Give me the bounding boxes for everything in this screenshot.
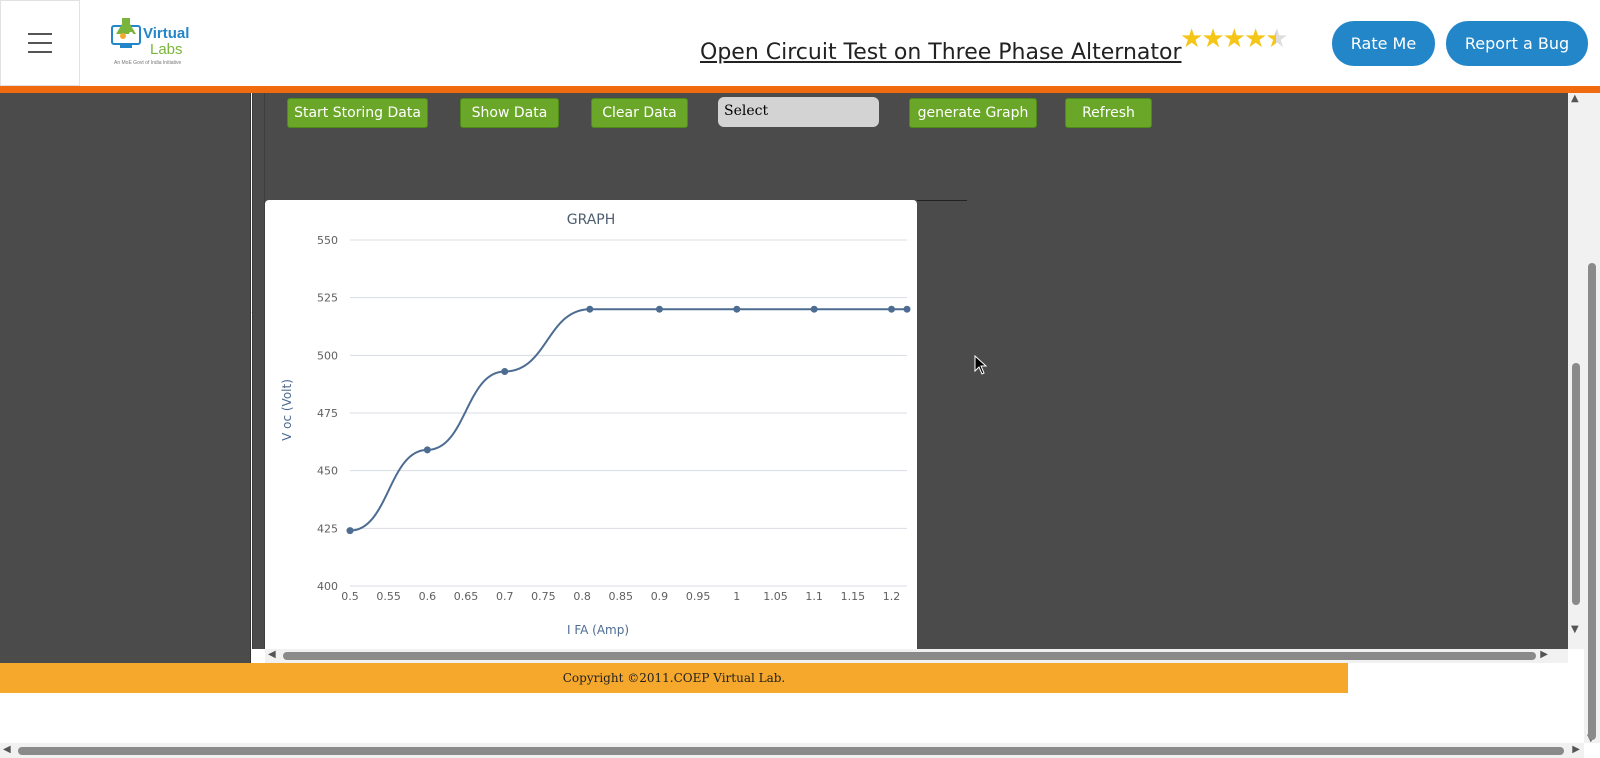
- copyright-text: Copyright ©2011.COEP Virtual Lab.: [562, 671, 786, 685]
- y-tick-label: 425: [317, 522, 338, 535]
- graph-top-border: [917, 200, 967, 201]
- y-tick-label: 400: [317, 580, 338, 593]
- data-point: [903, 305, 911, 313]
- scroll-left-icon[interactable]: ◀: [268, 649, 276, 660]
- virtual-labs-logo[interactable]: Virtual Labs An MoE Govt of India Initia…: [110, 14, 202, 70]
- x-tick-label: 0.85: [609, 590, 634, 603]
- svg-text:An MoE Govt of India Initiativ: An MoE Govt of India Initiative: [114, 60, 181, 66]
- generate-graph-button[interactable]: generate Graph: [909, 98, 1037, 128]
- data-point: [423, 446, 431, 454]
- x-tick-label: 0.95: [686, 590, 711, 603]
- header-bar: Virtual Labs An MoE Govt of India Initia…: [0, 0, 1600, 86]
- clear-data-button[interactable]: Clear Data: [591, 98, 688, 128]
- mouse-cursor-icon: [974, 355, 988, 375]
- show-data-button[interactable]: Show Data: [460, 98, 559, 128]
- x-tick-label: 0.65: [454, 590, 479, 603]
- svg-text:Virtual: Virtual: [143, 25, 189, 42]
- x-tick-label: 1.2: [883, 590, 901, 603]
- data-point: [888, 305, 896, 313]
- workspace-horizontal-scrollbar[interactable]: ◀ ▶: [265, 649, 1568, 663]
- menu-line-icon: [28, 51, 52, 53]
- star-icon: ★: [1180, 24, 1203, 54]
- scroll-left-icon[interactable]: ◀: [3, 744, 11, 755]
- svg-text:Labs: Labs: [150, 41, 183, 58]
- rating-stars: ★★★★★: [1180, 24, 1289, 54]
- page-title: Open Circuit Test on Three Phase Alterna…: [700, 40, 1182, 65]
- x-tick-label: 1.15: [841, 590, 866, 603]
- scroll-thumb[interactable]: [18, 747, 1564, 755]
- page-horizontal-scrollbar[interactable]: ◀ ▶: [0, 743, 1584, 758]
- graph-panel: 400 425 450 475 500 525 550 0.5 0.55 0.6 0.65 0.7 0…: [265, 200, 917, 649]
- y-tick-label: 450: [317, 465, 338, 478]
- refresh-button[interactable]: Refresh: [1065, 98, 1152, 128]
- report-bug-button[interactable]: Report a Bug: [1446, 21, 1588, 66]
- x-tick-label: 1.1: [805, 590, 823, 603]
- hamburger-menu-button[interactable]: [0, 0, 80, 86]
- scroll-right-icon[interactable]: ▶: [1572, 744, 1580, 755]
- scroll-up-icon[interactable]: ▲: [1571, 93, 1579, 104]
- x-tick-label: 0.75: [531, 590, 556, 603]
- start-storing-data-button[interactable]: Start Storing Data: [287, 98, 428, 128]
- x-tick-label: 0.7: [496, 590, 514, 603]
- y-tick-label: 525: [317, 292, 338, 305]
- data-point: [733, 305, 741, 313]
- data-point: [655, 305, 663, 313]
- data-point: [586, 305, 594, 313]
- scroll-right-icon[interactable]: ▶: [1540, 649, 1548, 660]
- x-tick-label: 0.55: [376, 590, 401, 603]
- graph-select-dropdown[interactable]: Select: [718, 97, 879, 127]
- rate-me-button[interactable]: Rate Me: [1332, 21, 1435, 66]
- half-star-icon: ★: [1265, 24, 1288, 54]
- x-tick-label: 0.8: [573, 590, 591, 603]
- y-axis-label: V oc (Volt): [280, 379, 294, 441]
- y-tick-label: 500: [317, 349, 338, 362]
- star-icon: ★: [1201, 24, 1224, 54]
- ocv-chart: 400 425 450 475 500 525 550 0.5 0.55 0.6 0.65 0.7 0…: [280, 212, 911, 637]
- footer-bar: Copyright ©2011.COEP Virtual Lab.: [0, 663, 1348, 693]
- star-icon: ★: [1243, 24, 1267, 54]
- scroll-thumb[interactable]: [1572, 363, 1580, 605]
- scroll-down-icon[interactable]: ▼: [1571, 624, 1579, 635]
- x-tick-label: 0.9: [651, 590, 669, 603]
- left-sidebar-panel: [0, 93, 251, 663]
- page-vertical-scrollbar[interactable]: ▼: [1584, 93, 1600, 744]
- x-axis-label: I FA (Amp): [567, 623, 629, 637]
- x-tick-label: 1: [733, 590, 740, 603]
- scroll-thumb[interactable]: [283, 652, 1536, 660]
- header-accent-bar: [0, 86, 1600, 93]
- chart-title: GRAPH: [567, 212, 616, 228]
- series-line: [349, 308, 907, 532]
- menu-line-icon: [28, 33, 52, 35]
- data-point: [501, 367, 509, 375]
- x-tick-label: 0.6: [419, 590, 437, 603]
- star-icon: ★: [1222, 24, 1246, 54]
- x-tick-label: 1.05: [763, 590, 788, 603]
- menu-line-icon: [28, 42, 52, 44]
- data-point: [346, 527, 354, 535]
- scroll-thumb[interactable]: [1588, 263, 1596, 740]
- x-tick-label: 0.5: [341, 590, 359, 603]
- data-point: [810, 305, 818, 313]
- y-tick-label: 475: [317, 407, 338, 420]
- y-tick-label: 550: [317, 234, 338, 247]
- workspace-vertical-scrollbar[interactable]: ▲ ▼: [1568, 93, 1584, 649]
